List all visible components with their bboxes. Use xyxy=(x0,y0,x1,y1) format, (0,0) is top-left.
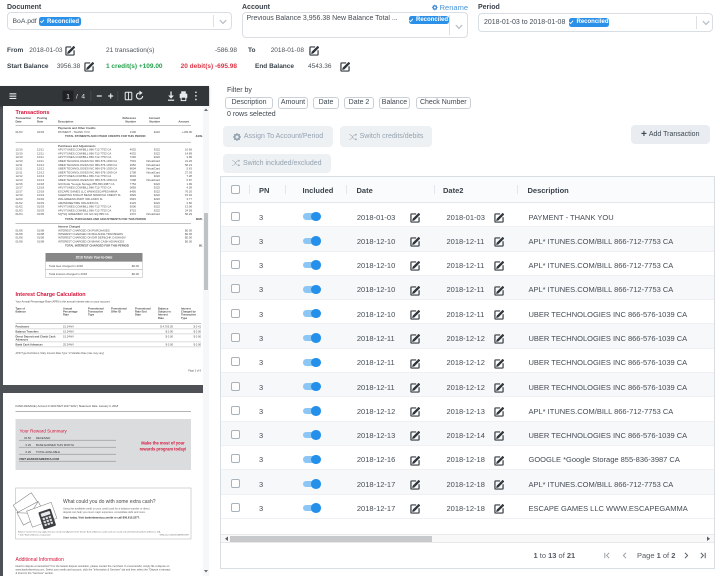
svg-text:Type: Type xyxy=(181,316,188,320)
svg-text:50.29: 50.29 xyxy=(185,212,192,216)
svg-text:Number: Number xyxy=(149,120,160,124)
svg-text:Rate: Rate xyxy=(63,313,69,317)
svg-text:TOTAL INTEREST CHARGED FOR THI: TOTAL INTEREST CHARGED FOR THIS PERIOD xyxy=(65,244,129,248)
svg-text:© 2017 Bank of America Corpora: © 2017 Bank of America Corporation xyxy=(18,534,51,537)
svg-text:Amount: Amount xyxy=(178,120,189,124)
svg-text:15.24%V: 15.24%V xyxy=(63,324,74,328)
svg-text:TOTAL PURCHASES AND ADJUSTMENT: TOTAL PURCHASES AND ADJUSTMENTS FOR THIS… xyxy=(65,217,146,221)
svg-text:Make the most of your: Make the most of your xyxy=(141,441,185,446)
svg-text:01/04: 01/04 xyxy=(15,212,22,216)
svg-text:Need to dispute a transaction?: Need to dispute a transaction? For the f… xyxy=(15,564,169,568)
svg-text:Bank Cash Advances: Bank Cash Advances xyxy=(15,342,43,346)
svg-text:www.bankofamerica.com. Select: www.bankofamerica.com. Select your credi… xyxy=(15,568,170,572)
svg-text:$ 4,703.05: $ 4,703.05 xyxy=(160,324,173,328)
svg-text:/ 4: / 4 xyxy=(76,94,85,101)
svg-text:$0.00: $0.00 xyxy=(131,272,139,276)
svg-text:1: 1 xyxy=(66,94,70,101)
svg-text:TOTAL PAYMENTS AND OTHER CREDI: TOTAL PAYMENTS AND OTHER CREDITS FOR THI… xyxy=(65,134,146,138)
svg-text:Balance Transfers: Balance Transfers xyxy=(15,329,39,333)
svg-text:01/03: 01/03 xyxy=(37,130,44,134)
svg-text:KAMG DESAVIE | Account # 4: KAMG DESAVIE | Account # 4400 6627 0227 … xyxy=(15,404,118,408)
svg-text:9222: 9222 xyxy=(153,130,160,134)
svg-text:deposit can help you cover maj: deposit can help you cover major expense… xyxy=(63,510,146,514)
svg-text:Rate: Rate xyxy=(158,316,164,320)
svg-text:APR Type Definitions: Daily In: APR Type Definitions: Daily Interest Rat… xyxy=(15,352,104,355)
svg-text:01/03: 01/03 xyxy=(15,130,22,134)
svg-text:25.24%V: 25.24%V xyxy=(63,342,74,346)
svg-text:What could you do with some ex: What could you do with some extra cash? xyxy=(63,499,156,505)
svg-text:$ 0.00: $ 0.00 xyxy=(193,342,201,346)
svg-text:Total interest charged in 2018: Total interest charged in 2018 xyxy=(49,272,87,276)
svg-text:$ 0.00: $ 0.00 xyxy=(193,329,201,333)
svg-text:-$109.00: -$109.00 xyxy=(194,134,203,138)
svg-text:$ 0.00: $ 0.00 xyxy=(165,342,173,346)
svg-text:Start today. Visit bankofameri: Start today. Visit bankofamerica.com/bt … xyxy=(63,516,140,520)
svg-text:Purchases: Purchases xyxy=(15,324,29,328)
svg-text:RECEIVED: RECEIVED xyxy=(36,436,50,440)
svg-text:+109.00: +109.00 xyxy=(181,130,192,134)
svg-text:6.29: 6.29 xyxy=(25,450,31,454)
svg-text:Date: Date xyxy=(135,313,141,317)
svg-text:01/08: 01/08 xyxy=(37,239,44,243)
svg-text:2018 Totals Year-to-Date: 2018 Totals Year-to-Date xyxy=(75,256,112,260)
svg-text:$ 0.00: $ 0.00 xyxy=(193,334,201,338)
svg-text:15.24%V: 15.24%V xyxy=(63,334,74,338)
svg-text:15.24%V: 15.24%V xyxy=(63,329,74,333)
svg-text:SQ*SQ GREENBAY CO GO-SQ-895 CA: SQ*SQ GREENBAY CO GO-SQ-895 CA xyxy=(58,212,109,216)
svg-text:SSM-11-17-0363.B | ARW5TJMT: SSM-11-17-0363.B | ARW5TJMT xyxy=(159,534,189,537)
svg-text:6.29: 6.29 xyxy=(25,443,31,447)
svg-text:$ 0.00: $ 0.00 xyxy=(165,329,173,333)
svg-text:TOTAL AVAILABLE: TOTAL AVAILABLE xyxy=(36,450,60,454)
svg-text:Total fees charged in 2018: Total fees charged in 2018 xyxy=(49,264,83,268)
svg-text:01/05: 01/05 xyxy=(37,212,44,216)
svg-text:Description: Description xyxy=(58,120,74,124)
svg-text:33.50: 33.50 xyxy=(24,436,31,440)
svg-text:Advances: Advances xyxy=(15,337,28,341)
svg-text:$695.98: $695.98 xyxy=(195,217,203,221)
svg-text:Additional Information: Additional Information xyxy=(15,557,64,563)
svg-text:rewards program today!: rewards program today! xyxy=(139,447,186,452)
svg-text:Balance transfer fees may appl: Balance transfer fees may apply. See you… xyxy=(18,531,161,534)
svg-text:& found in the "Services" sect: & found in the "Services" section. xyxy=(15,571,53,575)
svg-text:Type: Type xyxy=(88,313,95,317)
svg-text:Balance: Balance xyxy=(15,310,26,314)
svg-text:BASE EARNED THIS MONTH: BASE EARNED THIS MONTH xyxy=(36,443,74,447)
svg-text:INTEREST CHARGED ON BANK CASH: INTEREST CHARGED ON BANK CASH ADVANCES xyxy=(58,239,124,243)
svg-text:Offer ID: Offer ID xyxy=(111,310,121,314)
svg-text:Interest Charge Calculation: Interest Charge Calculation xyxy=(15,292,85,298)
svg-text:Page 3 of 8: Page 3 of 8 xyxy=(188,370,201,373)
svg-text:01/08: 01/08 xyxy=(15,239,22,243)
svg-text:$ 0.41: $ 0.41 xyxy=(193,324,201,328)
svg-text:$ 0.00: $ 0.00 xyxy=(165,334,173,338)
svg-text:Your Reward Summary: Your Reward Summary xyxy=(19,429,67,434)
svg-text:$0.00: $0.00 xyxy=(185,239,192,243)
svg-text:VirtualCard: VirtualCard xyxy=(146,212,160,216)
svg-text:$0.00: $0.00 xyxy=(131,264,139,268)
svg-text:Number: Number xyxy=(125,120,136,124)
svg-text:Your Annual Percentage Rate (A: Your Annual Percentage Rate (APR) is the… xyxy=(15,300,110,304)
svg-text:Using the available credit on: Using the available credit on your credi… xyxy=(63,507,150,511)
svg-text:Date: Date xyxy=(15,120,22,124)
svg-text:Date: Date xyxy=(37,120,44,124)
svg-text:VISIT BANKOFAMERICA.COM: VISIT BANKOFAMERICA.COM xyxy=(19,457,60,461)
svg-text:2472: 2472 xyxy=(129,212,136,216)
